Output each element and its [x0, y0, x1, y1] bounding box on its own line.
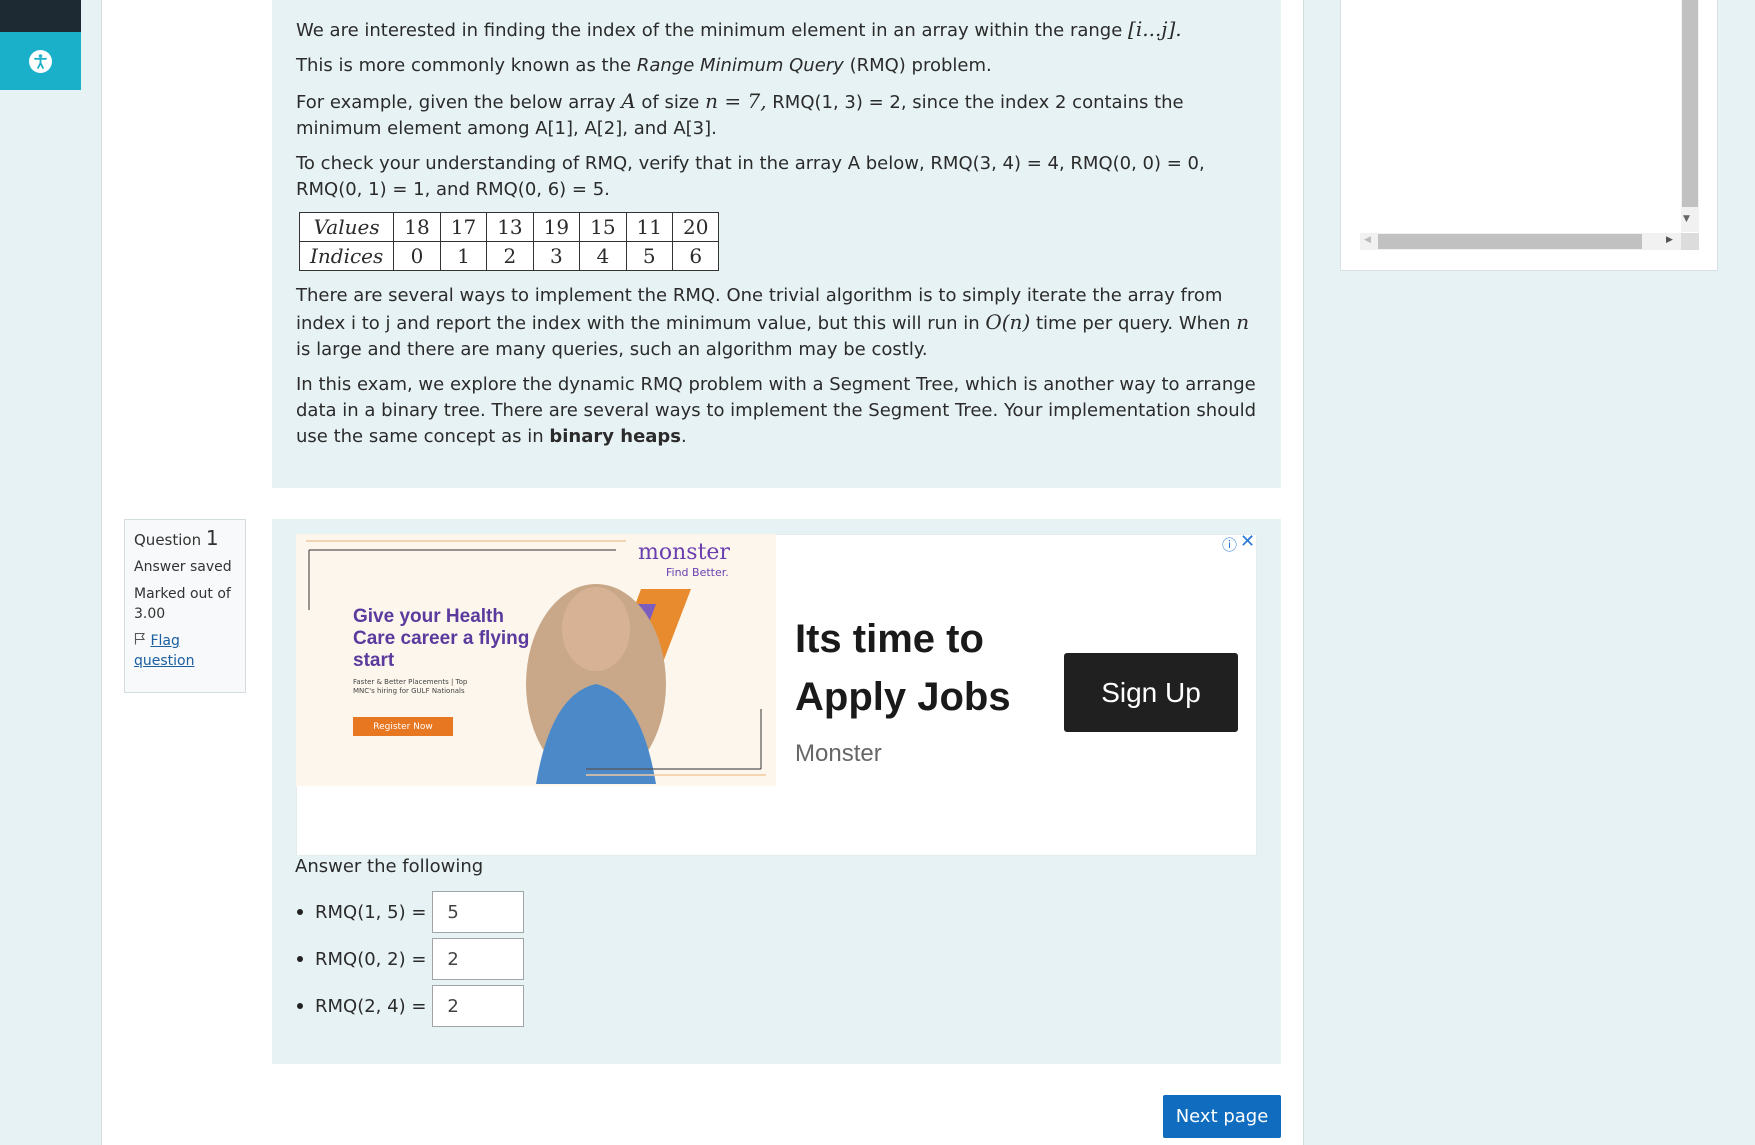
- index-cell: 5: [625, 241, 674, 271]
- ad-brand-tagline: Find Better.: [666, 566, 729, 579]
- answer-label: RMQ(2, 4) =: [315, 995, 427, 1017]
- accessibility-button[interactable]: [0, 32, 81, 90]
- flag-icon: [134, 632, 146, 645]
- array-table: Values 18 17 13 19 15 11 20 Indices 0 1 …: [298, 212, 720, 271]
- next-page-button[interactable]: Next page: [1163, 1095, 1281, 1138]
- paragraph-trivial: There are several ways to implement the …: [296, 285, 1250, 360]
- answer-input-rmq-1-5[interactable]: [432, 891, 525, 933]
- vertical-scroll-thumb[interactable]: [1682, 0, 1698, 207]
- ad-image-subtext: Faster & Better Placements | Top MNC's h…: [353, 678, 468, 695]
- accessibility-icon: [29, 49, 52, 73]
- answer-label: RMQ(1, 5) =: [315, 901, 427, 923]
- ad-banner-image[interactable]: monster Find Better. Give your Health Ca…: [296, 534, 776, 786]
- answer-status: Answer saved: [134, 559, 232, 575]
- values-header: Values: [298, 212, 395, 242]
- value-cell: 13: [486, 212, 534, 242]
- top-dark-strip: [0, 0, 81, 32]
- paragraph-check: To check your understanding of RMQ, veri…: [296, 153, 1205, 200]
- ad-register-button[interactable]: Register Now: [353, 717, 453, 736]
- answer-prompt: Answer the following: [295, 856, 484, 877]
- value-cell: 17: [439, 212, 488, 242]
- index-cell: 3: [532, 241, 581, 271]
- paragraph-intro: We are interested in finding the index o…: [296, 17, 1182, 41]
- question-info-box: Question 1 Answer saved Marked out of 3.…: [124, 519, 246, 693]
- answer-item: RMQ(0, 2) =: [297, 938, 525, 980]
- ad-headline[interactable]: Its time to Apply Jobs: [795, 610, 1035, 726]
- answer-input-rmq-0-2[interactable]: [432, 938, 525, 980]
- paragraph-segment-tree: In this exam, we explore the dynamic RMQ…: [296, 374, 1257, 447]
- index-cell: 0: [393, 241, 441, 271]
- answer-label: RMQ(0, 2) =: [315, 948, 427, 970]
- values-row: Values 18 17 13 19 15 11 20: [298, 212, 720, 242]
- value-cell: 11: [625, 212, 674, 242]
- value-cell: 20: [671, 212, 720, 242]
- ad-brand: monster: [638, 540, 730, 565]
- index-cell: 2: [486, 241, 534, 271]
- index-cell: 1: [439, 241, 488, 271]
- ad-image-headline: Give your Health Care career a flying st…: [353, 606, 530, 671]
- bullet-icon: [297, 1003, 303, 1009]
- question-text-panel: We are interested in finding the index o…: [272, 0, 1281, 488]
- sign-up-button[interactable]: Sign Up: [1064, 653, 1238, 732]
- scroll-down-arrow-icon[interactable]: ▼: [1683, 214, 1690, 224]
- ad-close-icon[interactable]: ✕: [1240, 531, 1255, 552]
- flag-question[interactable]: Flag question: [134, 631, 236, 671]
- ad-info-icon[interactable]: ⓘ: [1222, 534, 1237, 555]
- paragraph-example: For example, given the below array A of …: [296, 89, 1184, 139]
- scroll-left-arrow-icon[interactable]: ◀: [1364, 235, 1371, 245]
- paragraph-rmq-name: This is more commonly known as the Range…: [296, 55, 992, 76]
- bullet-icon: [297, 956, 303, 962]
- scroll-right-arrow-icon[interactable]: ▶: [1666, 235, 1673, 245]
- scrollbar-corner: [1681, 233, 1699, 250]
- question-number: Question 1: [134, 526, 219, 550]
- index-cell: 4: [579, 241, 627, 271]
- indices-header: Indices: [298, 241, 395, 271]
- value-cell: 15: [579, 212, 627, 242]
- answer-item: RMQ(1, 5) =: [297, 891, 525, 933]
- value-cell: 18: [393, 212, 441, 242]
- ad-advertiser[interactable]: Monster: [795, 740, 882, 768]
- answer-item: RMQ(2, 4) =: [297, 985, 525, 1027]
- index-cell: 6: [671, 241, 720, 271]
- answer-input-rmq-2-4[interactable]: [432, 985, 525, 1027]
- indices-row: Indices 0 1 2 3 4 5 6: [298, 241, 720, 271]
- marked-out-of: Marked out of 3.00: [134, 586, 231, 622]
- bullet-icon: [297, 909, 303, 915]
- horizontal-scroll-thumb[interactable]: [1378, 234, 1642, 249]
- value-cell: 19: [532, 212, 581, 242]
- right-panel: [1340, 0, 1718, 271]
